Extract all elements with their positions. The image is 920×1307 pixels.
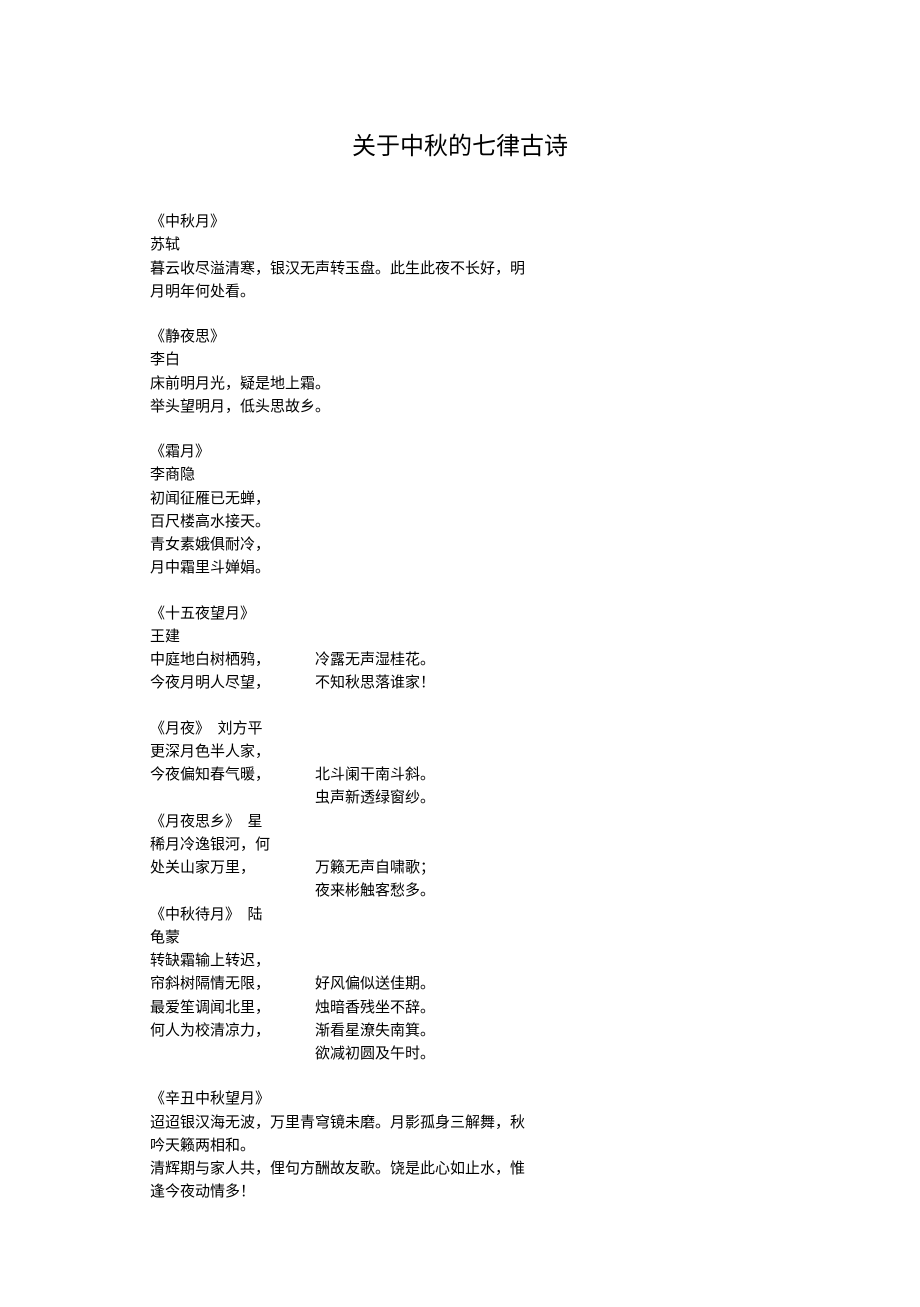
poem-line — [150, 880, 305, 903]
poem-line: 更深月色半人家， — [150, 741, 305, 764]
poem-line: 清辉期与家人共，俚句方酬故友歌。饶是此心如止水，惟 — [150, 1158, 770, 1181]
poem-line: 今夜月明人尽望， — [150, 672, 305, 695]
poem-block: 《辛丑中秋望月》 迢迢银汉海无波，万里青穹镜未磨。月影孤身三解舞，秋 吟天籁两相… — [150, 1088, 770, 1204]
poem-block: 《霜月》 李商隐 初闻征雁已无蝉， 百尺楼高水接天。 青女素娥俱耐冷， 月中霜里… — [150, 441, 770, 581]
poem-line: 烛暗香残坐不辞。 — [315, 997, 435, 1020]
poem-author: 李白 — [150, 349, 770, 372]
poem-line: 稀月冷逸银河，何 — [150, 834, 305, 857]
page-title: 关于中秋的七律古诗 — [150, 126, 770, 161]
two-column-row: 中庭地白树栖鸦， 今夜月明人尽望， 冷露无声湿桂花。 不知秋思落谁家！ — [150, 649, 770, 696]
poem-title: 《中秋月》 — [150, 211, 770, 234]
poem-line: 最爱笙调闻北里， — [150, 997, 305, 1020]
poem-line: 床前明月光，疑是地上霜。 — [150, 373, 770, 396]
poem-block: 《中秋月》 苏轼 暮云收尽溢清寒，银汉无声转玉盘。此生此夜不长好，明 月明年何处… — [150, 211, 770, 304]
poem-author: 李商隐 — [150, 464, 770, 487]
poem-block: 《十五夜望月》 王建 中庭地白树栖鸦， 今夜月明人尽望， 冷露无声湿桂花。 不知… — [150, 603, 770, 696]
poem-line: 好风偏似送佳期。 — [315, 973, 435, 996]
poem-line: 月明年何处看。 — [150, 281, 770, 304]
poem-block: 《静夜思》 李白 床前明月光，疑是地上霜。 举头望明月，低头思故乡。 — [150, 326, 770, 419]
poem-line: 吟天籁两相和。 — [150, 1135, 770, 1158]
poem-line: 帘斜树隔情无限， — [150, 973, 305, 996]
poem-author: 王建 — [150, 626, 770, 649]
poem-line: 欲减初圆及午时。 — [315, 1043, 435, 1066]
poem-line — [315, 834, 435, 857]
poem-line: 中庭地白树栖鸦， — [150, 649, 305, 672]
poem-line: 初闻征雁已无蝉， — [150, 488, 770, 511]
poem-line: 北斗阑干南斗斜。 — [315, 764, 435, 787]
poem-line: 百尺楼高水接天。 — [150, 511, 770, 534]
poem-line: 迢迢银汉海无波，万里青穹镜未磨。月影孤身三解舞，秋 — [150, 1112, 770, 1135]
poem-line: 夜来彬触客愁多。 — [315, 880, 435, 903]
poem-line: 月中霜里斗婵娟。 — [150, 557, 770, 580]
poem-line: 逢今夜动情多！ — [150, 1181, 770, 1204]
poem-line: 虫声新透绿窗纱。 — [315, 787, 435, 810]
poem-title: 《静夜思》 — [150, 326, 770, 349]
poem-line — [315, 927, 435, 950]
poem-line: 冷露无声湿桂花。 — [315, 649, 435, 672]
poem-line — [315, 904, 435, 927]
poem-line: 转缺霜输上转迟， — [150, 950, 305, 973]
poem-line — [150, 787, 305, 810]
poem-title: 《辛丑中秋望月》 — [150, 1088, 770, 1111]
column-right: 北斗阑干南斗斜。 虫声新透绿窗纱。 万籁无声自啸歌； 夜来彬触客愁多。 好风偏似… — [315, 718, 435, 1067]
poem-line: 万籁无声自啸歌； — [315, 857, 435, 880]
poem-line: 《中秋待月》 陆 — [150, 904, 305, 927]
poem-line — [315, 741, 435, 764]
poem-line: 《月夜思乡》 星 — [150, 811, 305, 834]
poem-line: 不知秋思落谁家！ — [315, 672, 435, 695]
two-column-row: 《月夜》 刘方平 更深月色半人家， 今夜偏知春气暖， 《月夜思乡》 星 稀月冷逸… — [150, 718, 770, 1067]
poem-line: 《月夜》 刘方平 — [150, 718, 305, 741]
poem-line: 何人为校清凉力， — [150, 1020, 305, 1043]
poem-line: 举头望明月，低头思故乡。 — [150, 396, 770, 419]
poem-line: 今夜偏知春气暖， — [150, 764, 305, 787]
poem-line: 龟蒙 — [150, 927, 305, 950]
poem-block: 《月夜》 刘方平 更深月色半人家， 今夜偏知春气暖， 《月夜思乡》 星 稀月冷逸… — [150, 718, 770, 1067]
document-page: 关于中秋的七律古诗 《中秋月》 苏轼 暮云收尽溢清寒，银汉无声转玉盘。此生此夜不… — [0, 0, 920, 1307]
column-left: 中庭地白树栖鸦， 今夜月明人尽望， — [150, 649, 305, 696]
poem-line: 暮云收尽溢清寒，银汉无声转玉盘。此生此夜不长好，明 — [150, 258, 770, 281]
column-left: 《月夜》 刘方平 更深月色半人家， 今夜偏知春气暖， 《月夜思乡》 星 稀月冷逸… — [150, 718, 305, 1067]
column-right: 冷露无声湿桂花。 不知秋思落谁家！ — [315, 649, 435, 696]
poem-line: 处关山家万里， — [150, 857, 305, 880]
poem-line — [315, 811, 435, 834]
poem-author: 苏轼 — [150, 234, 770, 257]
poem-line: 青女素娥俱耐冷， — [150, 534, 770, 557]
poem-line: 渐看星潦失南箕。 — [315, 1020, 435, 1043]
poem-title: 《十五夜望月》 — [150, 603, 770, 626]
poem-title: 《霜月》 — [150, 441, 770, 464]
poem-line — [315, 718, 435, 741]
poem-line — [315, 950, 435, 973]
